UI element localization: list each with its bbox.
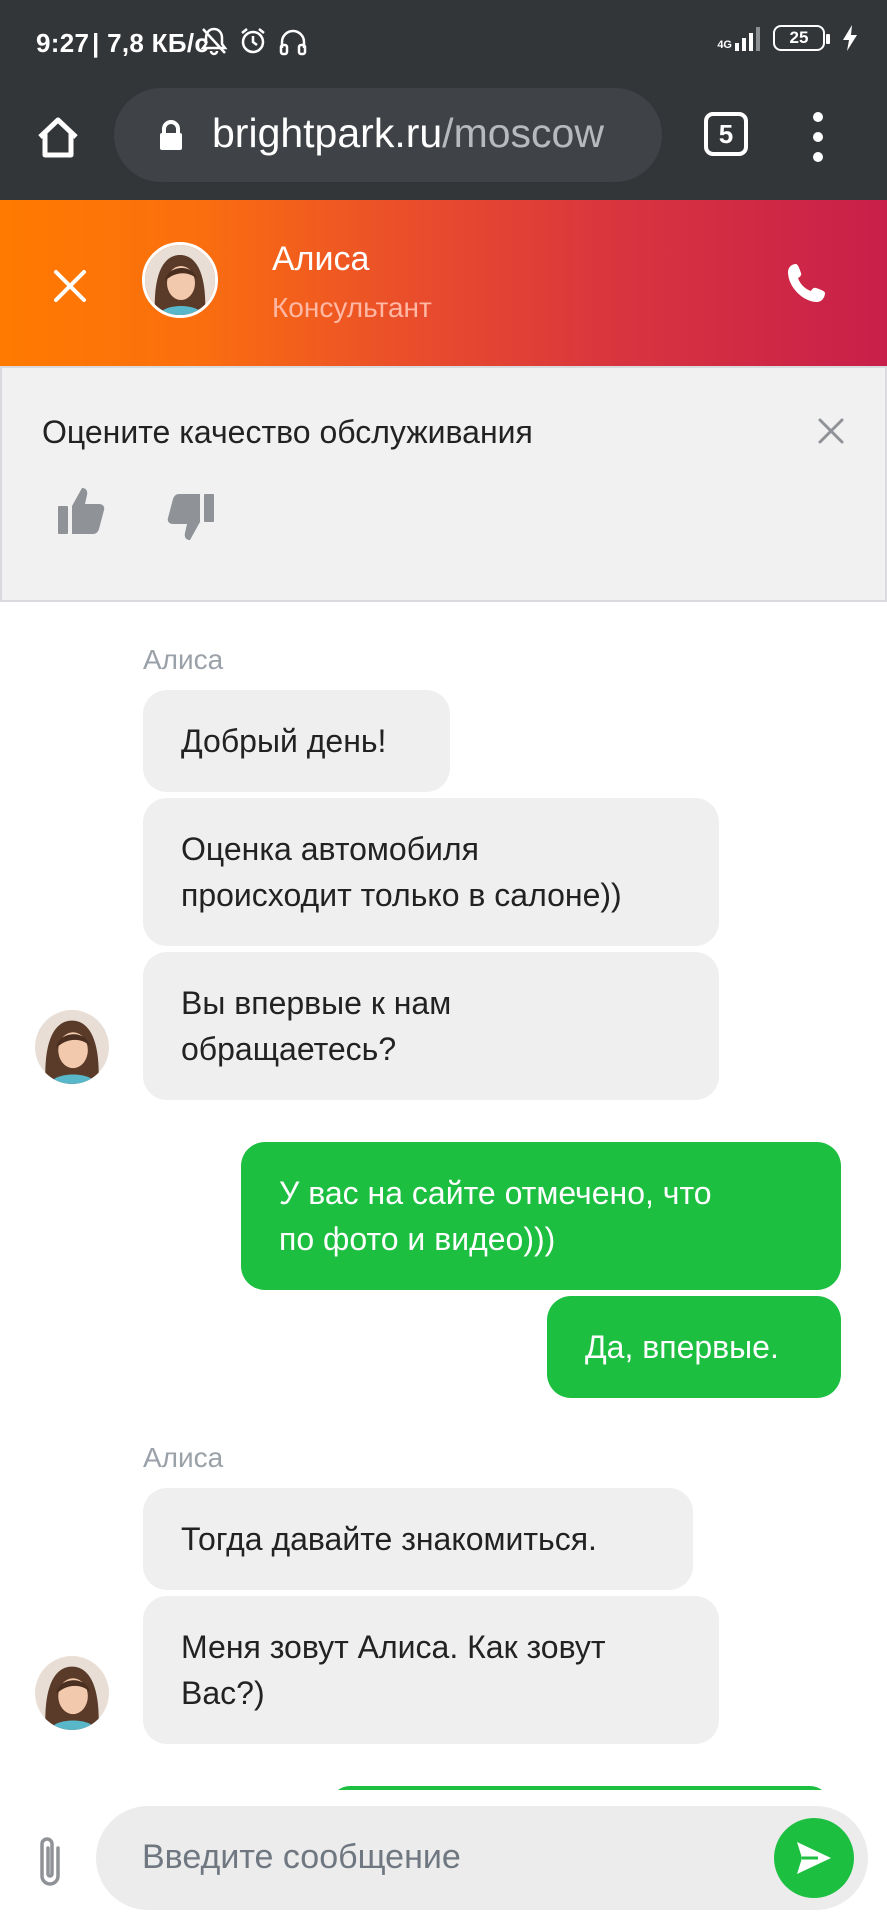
thumbs-up-icon[interactable] <box>54 482 114 542</box>
network-type: 4G <box>717 39 732 51</box>
message-input[interactable] <box>142 1832 742 1882</box>
battery-indicator: 25 <box>773 25 830 51</box>
consultant-role: Консультант <box>272 292 432 323</box>
network-indicator: 4G <box>717 25 763 51</box>
status-net-speed: | 7,8 КБ/с <box>92 28 210 58</box>
url-text: brightpark.ru/moscow <box>212 110 604 157</box>
avatar-image <box>35 1656 109 1730</box>
incoming-message: Оценка автомобиля происходит только в са… <box>143 798 719 946</box>
sender-label: Алиса <box>143 1442 224 1473</box>
avatar-image <box>35 1010 109 1084</box>
charging-icon <box>843 25 857 51</box>
tabs-button[interactable]: 5 <box>704 112 748 156</box>
outgoing-message: У вас на сайте отмечено, что по фото и в… <box>241 1142 841 1290</box>
incoming-message: Добрый день! <box>143 690 450 792</box>
browser-menu-button[interactable] <box>806 112 830 162</box>
url-host: brightpark.ru <box>212 110 443 156</box>
bell-off-icon <box>200 27 228 56</box>
headphones-icon <box>279 29 307 56</box>
menu-dot <box>813 132 823 142</box>
browser-toolbar: brightpark.ru/moscow 5 <box>0 86 887 200</box>
lock-icon <box>160 120 182 150</box>
rating-panel: Оцените качество обслуживания <box>0 366 887 602</box>
consultant-avatar <box>35 1656 109 1730</box>
rating-title: Оцените качество обслуживания <box>42 414 533 450</box>
status-right: 4G 25 <box>717 24 859 52</box>
consultant-name: Алиса <box>272 240 370 278</box>
status-bar: 9:27 | 7,8 КБ/с 4G 25 <box>0 0 887 86</box>
status-time: 9:27 <box>36 28 90 58</box>
home-button[interactable] <box>30 110 86 166</box>
menu-dot <box>813 152 823 162</box>
consultant-avatar <box>35 1010 109 1084</box>
avatar-image <box>145 245 215 315</box>
thumbs-down-icon[interactable] <box>158 490 218 550</box>
attach-icon[interactable] <box>32 1832 68 1892</box>
alarm-icon <box>241 28 265 54</box>
message-input-container <box>96 1806 868 1910</box>
home-icon <box>38 117 78 158</box>
incoming-message: Меня зовут Алиса. Как зовут Вас?) <box>143 1596 719 1744</box>
chat-header: Алиса Консультант <box>0 200 887 366</box>
close-rating-button[interactable] <box>814 414 848 448</box>
url-path: /moscow <box>442 110 604 156</box>
sender-label: Алиса <box>143 644 224 675</box>
outgoing-message: Да, впервые. <box>547 1296 841 1398</box>
consultant-avatar <box>142 242 218 318</box>
incoming-message: Тогда давайте знакомиться. <box>143 1488 693 1590</box>
signal-icon <box>735 27 760 51</box>
message-composer <box>0 1790 887 1920</box>
send-icon <box>797 1842 831 1874</box>
address-bar[interactable]: brightpark.ru/moscow <box>114 88 662 182</box>
menu-dot <box>813 112 823 122</box>
phone-icon[interactable] <box>784 260 834 310</box>
send-button[interactable] <box>774 1818 854 1898</box>
incoming-message: Вы впервые к нам обращаетесь? <box>143 952 719 1100</box>
close-chat-button[interactable] <box>46 262 94 310</box>
status-icons <box>200 26 308 56</box>
